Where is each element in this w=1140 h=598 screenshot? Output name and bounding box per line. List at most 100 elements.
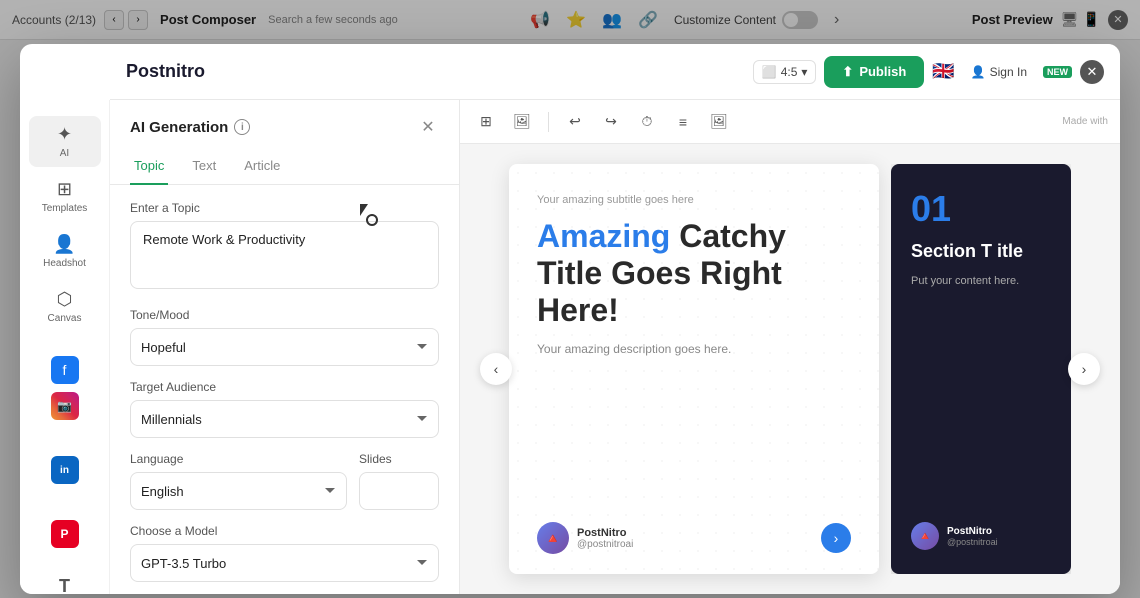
pinterest-account[interactable]: P <box>51 520 79 548</box>
toolbar-redo-icon[interactable]: ↪ <box>597 108 625 136</box>
section-author-avatar: 🔺 <box>911 522 939 550</box>
slides-input-wrapper: ▲ ▼ <box>359 472 439 510</box>
toolbar-grid-icon[interactable]: ⊞ <box>472 108 500 136</box>
ai-icon: ✦ <box>57 124 72 145</box>
made-with-label: Made with <box>1062 116 1108 127</box>
modal-close-button[interactable]: ✕ <box>1080 60 1104 84</box>
audience-field-group: Target Audience Millennials Gen Z Gen X <box>130 380 439 438</box>
linkedin-account[interactable]: in <box>51 456 79 484</box>
lang-slides-row: Language English Spanish French Slides <box>130 452 439 510</box>
author-info: PostNitro @postnitroai <box>577 527 633 550</box>
spacer <box>51 488 79 516</box>
toolbar-list-icon[interactable]: ≡ <box>669 108 697 136</box>
sidebar-item-canvas[interactable]: ⬡ Canvas <box>29 281 101 332</box>
publish-label: Publish <box>859 64 906 79</box>
aspect-value: 4:5 <box>781 65 798 79</box>
left-sidebar: ✦ AI ⊞ Templates 👤 Headshot ⬡ Canvas f <box>20 100 110 594</box>
sidebar-item-ai[interactable]: ✦ AI <box>29 116 101 167</box>
slides-label: Slides <box>359 452 439 466</box>
language-select[interactable]: English Spanish French <box>130 472 347 510</box>
section-author-name: PostNitro <box>947 526 998 537</box>
author-name: PostNitro <box>577 527 633 539</box>
toolbar-image2-icon[interactable]: 🖼 <box>705 108 733 136</box>
slide-nav-right[interactable]: › <box>1068 353 1100 385</box>
info-icon[interactable]: i <box>234 119 250 135</box>
author-avatar: 🔺 <box>537 522 569 554</box>
sidebar-item-headshot[interactable]: 👤 Headshot <box>29 226 101 277</box>
user-icon: 👤 <box>971 65 986 79</box>
preview-area: ⊞ 🖼 ↩ ↪ ⏱ ≡ 🖼 Made with ‹ <box>460 100 1120 594</box>
toolbar-undo-icon[interactable]: ↩ <box>561 108 589 136</box>
topic-textarea[interactable]: Remote Work & Productivity <box>130 221 439 289</box>
modal-top-bar: Postnitro ⬜ 4:5 ▾ ⬆ Publish 🇬🇧 👤 Sign In… <box>110 44 1120 100</box>
section-author-handle: @postnitroai <box>947 537 998 547</box>
modal-top-left: Postnitro <box>126 61 745 82</box>
tab-topic[interactable]: Topic <box>130 150 168 185</box>
model-field-group: Choose a Model GPT-3.5 Turbo GPT-4 Claud… <box>130 524 439 582</box>
preview-toolbar: ⊞ 🖼 ↩ ↪ ⏱ ≡ 🖼 Made with <box>460 100 1120 144</box>
tone-select[interactable]: Hopeful Professional Casual <box>130 328 439 366</box>
close-panel-button[interactable]: ✕ <box>417 116 439 138</box>
aspect-icon: ⬜ <box>762 65 777 79</box>
audience-select[interactable]: Millennials Gen Z Gen X <box>130 400 439 438</box>
tab-article[interactable]: Article <box>240 150 284 185</box>
flag-uk: 🇬🇧 <box>932 61 954 82</box>
modal-overlay: Postnitro ⬜ 4:5 ▾ ⬆ Publish 🇬🇧 👤 Sign In… <box>0 0 1140 598</box>
publish-icon: ⬆ <box>842 64 853 80</box>
canvas-icon: ⬡ <box>57 289 73 310</box>
main-slide[interactable]: Your amazing subtitle goes here Amazing … <box>509 164 879 574</box>
sidebar-item-text[interactable]: T Text <box>29 568 101 594</box>
another-social <box>51 424 79 452</box>
language-field-group: Language English Spanish French <box>130 452 347 510</box>
ai-tabs: Topic Text Article <box>110 150 459 185</box>
section-footer: 🔺 PostNitro @postnitroai <box>911 522 1051 550</box>
section-body: Put your content here. <box>911 273 1051 290</box>
language-label: Language <box>130 452 347 466</box>
slides-field-group: Slides ▲ ▼ <box>359 452 439 510</box>
ai-panel: AI Generation i ✕ Topic Text Article <box>110 100 460 594</box>
slide-footer: 🔺 PostNitro @postnitroai › <box>537 522 851 554</box>
social-row: f <box>49 352 81 388</box>
social-accounts-section: f 📷 in P <box>20 348 109 552</box>
aspect-ratio-btn[interactable]: ⬜ 4:5 ▾ <box>753 60 817 84</box>
slides-input[interactable] <box>360 484 439 499</box>
main-modal: Postnitro ⬜ 4:5 ▾ ⬆ Publish 🇬🇧 👤 Sign In… <box>20 44 1120 594</box>
slide-content: Your amazing subtitle goes here Amazing … <box>537 194 851 522</box>
sign-in-button[interactable]: 👤 Sign In <box>963 61 1035 83</box>
slide-author: 🔺 PostNitro @postnitroai <box>537 522 633 554</box>
toolbar-image-icon[interactable]: 🖼 <box>508 108 536 136</box>
section-number: 01 <box>911 188 1051 230</box>
slide-title-blue: Amazing <box>537 218 670 254</box>
sidebar-item-templates[interactable]: ⊞ Templates <box>29 171 101 222</box>
ai-panel-content: Enter a Topic Remote Work & Productivity… <box>110 185 459 594</box>
ai-panel-title-text: AI Generation <box>130 119 228 136</box>
tone-label: Tone/Mood <box>130 308 439 322</box>
author-handle: @postnitroai <box>577 539 633 550</box>
toolbar-clock-icon[interactable]: ⏱ <box>633 108 661 136</box>
ai-panel-title: AI Generation i <box>130 119 250 136</box>
headshot-icon: 👤 <box>53 234 75 255</box>
publish-button[interactable]: ⬆ Publish <box>824 56 924 88</box>
slide-title: Amazing Catchy Title Goes Right Here! <box>537 218 851 328</box>
instagram-account[interactable]: 📷 <box>51 392 79 420</box>
topic-label: Enter a Topic <box>130 201 439 215</box>
brand-name: Postnitro <box>126 61 205 82</box>
slide-description: Your amazing description goes here. <box>537 342 851 356</box>
model-label: Choose a Model <box>130 524 439 538</box>
slides-wrapper: Your amazing subtitle goes here Amazing … <box>509 164 1071 574</box>
sign-in-label: Sign In <box>990 65 1027 79</box>
text-icon: T <box>59 576 70 594</box>
tab-text[interactable]: Text <box>188 150 220 185</box>
tone-field-group: Tone/Mood Hopeful Professional Casual <box>130 308 439 366</box>
slide-next-button[interactable]: › <box>821 523 851 553</box>
model-select[interactable]: GPT-3.5 Turbo GPT-4 Claude <box>130 544 439 582</box>
preview-canvas: ‹ Your amazing subtitle goes here Amazin… <box>460 144 1120 594</box>
facebook-account[interactable]: f <box>51 356 79 384</box>
topic-field-group: Enter a Topic Remote Work & Productivity <box>130 201 439 294</box>
slide-nav-left[interactable]: ‹ <box>480 353 512 385</box>
section-slide[interactable]: 01 Section T itle Put your content here.… <box>891 164 1071 574</box>
audience-label: Target Audience <box>130 380 439 394</box>
toolbar-separator-1 <box>548 112 549 132</box>
section-title: Section T itle <box>911 240 1051 263</box>
templates-icon: ⊞ <box>57 179 72 200</box>
